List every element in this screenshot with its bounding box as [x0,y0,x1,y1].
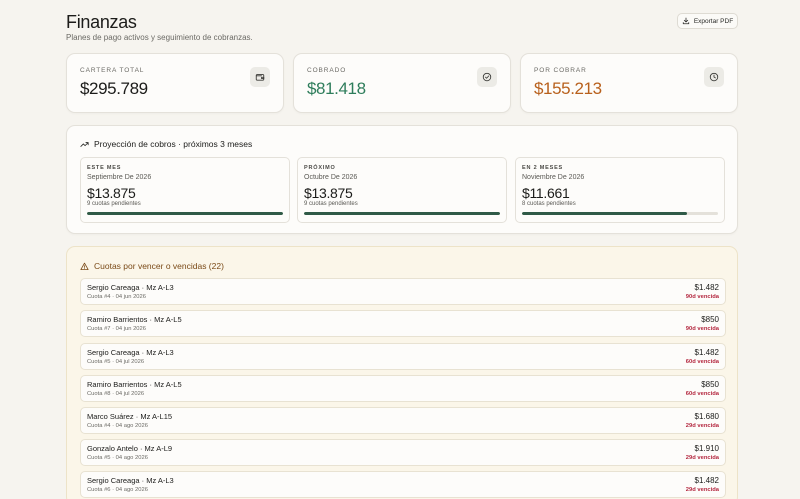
due-detail: Cuota #8 · 04 jul 2026 [87,391,145,397]
page-subtitle: Planes de pago activos y seguimiento de … [66,33,253,42]
export-pdf-label: Exportar PDF [693,17,734,25]
due-status: 29d vencida [685,423,719,429]
month-progress-fill [87,212,283,215]
due-row[interactable]: Ramiro Barrientos · Mz A-L5 Cuota #7 · 0… [80,310,726,337]
clock-icon [704,67,724,87]
dues-title-text: Cuotas por vencer o vencidas (22) [94,261,224,271]
check-circle-icon [477,67,497,87]
due-amount: $1.910 [694,444,719,453]
due-row[interactable]: Sergio Careaga · Mz A-L3 Cuota #5 · 04 j… [80,343,726,370]
month-progress-fill [304,212,500,215]
projection-title-text: Proyección de cobros · próximos 3 meses [94,139,253,149]
month-amount: $13.875 [87,185,136,201]
kpi-card-por-cobrar: POR COBRAR $155.213 [520,53,738,113]
kpi-value: $155.213 [534,79,602,98]
projection-card: Proyección de cobros · próximos 3 meses … [66,125,738,234]
due-detail: Cuota #7 · 04 jun 2026 [87,326,146,332]
kpi-card-cobrado: COBRADO $81.418 [293,53,511,113]
kpi-value: $295.789 [80,79,148,98]
month-tag: PRÓXIMO [304,165,336,171]
trending-up-icon [80,141,89,147]
month-count: 8 cuotas pendientes [522,201,576,207]
due-amount: $850 [701,380,719,389]
kpi-value: $81.418 [307,79,366,98]
due-amount: $850 [701,315,719,324]
month-count: 9 cuotas pendientes [304,201,358,207]
due-row[interactable]: Ramiro Barrientos · Mz A-L5 Cuota #8 · 0… [80,375,726,402]
kpi-label: POR COBRAR [534,67,587,74]
dues-panel: Cuotas por vencer o vencidas (22) Sergio… [66,246,738,499]
due-amount: $1.482 [694,283,719,292]
kpi-label: CARTERA TOTAL [80,67,145,74]
dues-title: Cuotas por vencer o vencidas (22) [80,261,224,271]
due-detail: Cuota #6 · 04 ago 2026 [87,487,148,493]
due-client: Sergio Careaga · Mz A-L3 [87,476,174,485]
month-name: Octubre De 2026 [304,174,358,181]
due-client: Gonzalo Antelo · Mz A-L9 [87,444,173,453]
warning-icon [80,262,89,270]
due-client: Marco Suárez · Mz A-L15 [87,412,173,421]
month-card-in-two: EN 2 MESES Noviembre De 2026 $11.661 8 c… [515,157,725,223]
wallet-icon [250,67,270,87]
projection-title: Proyección de cobros · próximos 3 meses [80,139,252,149]
kpi-label: COBRADO [307,67,347,74]
due-row[interactable]: Sergio Careaga · Mz A-L3 Cuota #4 · 04 j… [80,278,726,305]
month-progress-bar [304,212,500,215]
due-client: Ramiro Barrientos · Mz A-L5 [87,380,182,389]
month-tag: ESTE MES [87,165,122,171]
due-detail: Cuota #5 · 04 ago 2026 [87,455,148,461]
month-progress-bar [87,212,283,215]
due-detail: Cuota #4 · 04 jun 2026 [87,294,146,300]
due-amount: $1.680 [694,412,719,421]
export-pdf-button[interactable]: Exportar PDF [677,13,738,29]
due-row[interactable]: Gonzalo Antelo · Mz A-L9 Cuota #5 · 04 a… [80,439,726,466]
due-status: 60d vencida [685,391,719,397]
due-amount: $1.482 [694,476,719,485]
due-detail: Cuota #5 · 04 jul 2026 [87,359,145,365]
due-client: Ramiro Barrientos · Mz A-L5 [87,315,182,324]
kpi-card-cartera-total: CARTERA TOTAL $295.789 [66,53,284,113]
due-row[interactable]: Marco Suárez · Mz A-L15 Cuota #4 · 04 ag… [80,407,726,434]
due-client: Sergio Careaga · Mz A-L3 [87,283,174,292]
due-client: Sergio Careaga · Mz A-L3 [87,348,174,357]
month-count: 9 cuotas pendientes [87,201,141,207]
month-progress-bar [522,212,718,215]
due-status: 90d vencida [685,326,719,332]
due-status: 29d vencida [685,487,719,493]
due-status: 90d vencida [685,294,719,300]
due-status: 60d vencida [685,359,719,365]
month-name: Noviembre De 2026 [522,174,585,181]
due-detail: Cuota #4 · 04 ago 2026 [87,423,148,429]
month-amount: $11.661 [522,185,570,201]
page-title: Finanzas [66,12,137,32]
month-card-next: PRÓXIMO Octubre De 2026 $13.875 9 cuotas… [297,157,507,223]
month-amount: $13.875 [304,185,353,201]
month-tag: EN 2 MESES [522,165,564,171]
month-progress-fill [522,212,687,215]
due-status: 29d vencida [685,455,719,461]
month-card-current: ESTE MES Septiembre De 2026 $13.875 9 cu… [80,157,290,223]
download-icon [682,17,689,25]
due-amount: $1.482 [694,348,719,357]
month-name: Septiembre De 2026 [87,174,152,181]
due-row[interactable]: Sergio Careaga · Mz A-L3 Cuota #6 · 04 a… [80,471,726,498]
